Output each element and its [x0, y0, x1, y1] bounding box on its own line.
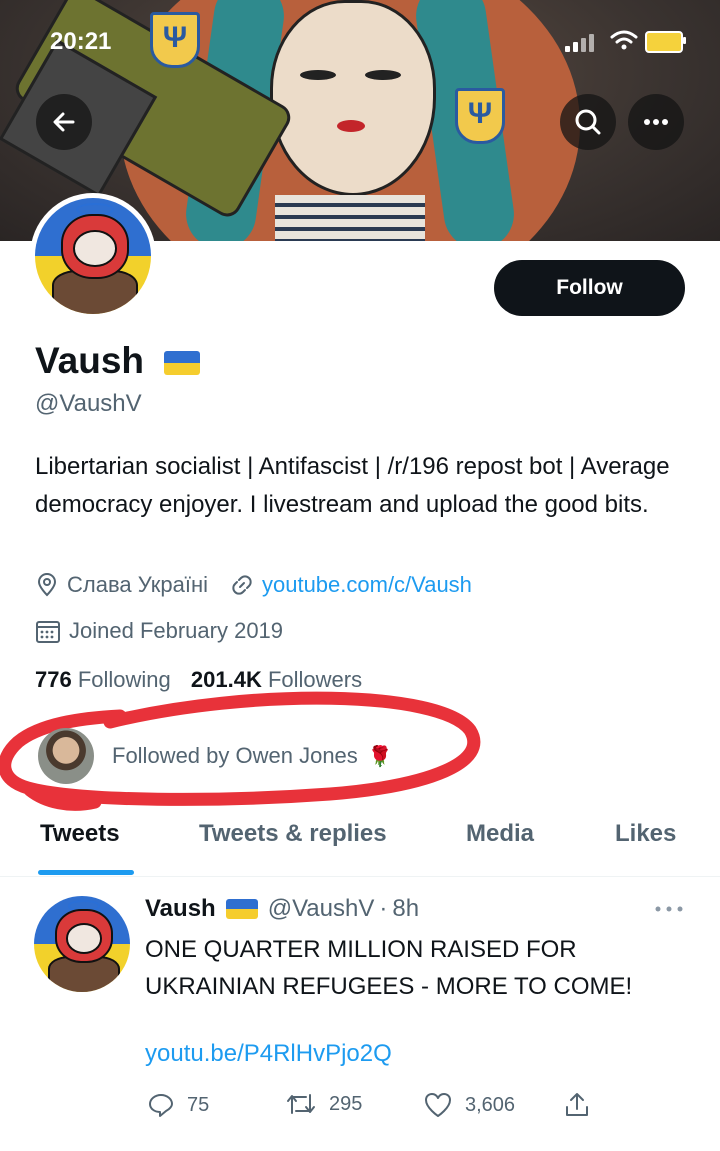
reply-icon: [149, 1094, 173, 1117]
tweet-author-handle[interactable]: @VaushV: [268, 895, 375, 923]
banner-shirt: [275, 195, 425, 241]
profile-joined-date: Joined February 2019: [69, 618, 284, 643]
like-count: 3,606: [465, 1093, 516, 1116]
trident-emblem-right: Ψ: [455, 88, 505, 144]
tabs-divider: [0, 876, 720, 877]
following-count: 776: [35, 667, 72, 692]
tweet-link[interactable]: youtu.be/P4RlHvPjo2Q: [145, 1040, 392, 1068]
search-icon: [575, 109, 601, 135]
rose-icon: 🌹: [367, 745, 393, 768]
tweet-ukraine-flag-icon: [225, 899, 258, 919]
followers-label: Followers: [267, 667, 363, 692]
tweet-time: 8h: [392, 895, 420, 922]
profile-joined-row: Joined February 2019: [35, 618, 283, 644]
ukraine-flag-icon: [164, 351, 201, 376]
retweet-count: 295: [329, 1092, 363, 1115]
link-icon: [232, 575, 252, 595]
tweet-author-avatar[interactable]: [34, 896, 130, 992]
trident-emblem-left: Ψ: [150, 12, 200, 68]
reply-count: 75: [187, 1093, 210, 1116]
battery-icon: [645, 31, 683, 53]
followers-link[interactable]: 201.4K Followers: [191, 667, 362, 692]
followers-count: 201.4K: [190, 667, 262, 692]
back-arrow-icon: [53, 112, 75, 132]
reply-action[interactable]: 75: [147, 1091, 209, 1119]
share-action[interactable]: [563, 1091, 603, 1119]
avatar-face: [73, 230, 117, 267]
tweet-header: Vaush @VaushV · 8h: [145, 895, 419, 923]
like-icon: [425, 1093, 451, 1117]
follow-button[interactable]: Follow: [494, 260, 685, 316]
followed-by-text: Followed by Owen Jones: [112, 743, 358, 768]
wifi-icon: [610, 30, 638, 50]
tab-tweets-replies[interactable]: Tweets & replies: [199, 820, 387, 848]
owen-jones-avatar: [38, 728, 94, 784]
more-button[interactable]: [628, 94, 684, 150]
active-tab-indicator: [38, 870, 134, 875]
banner-face: [270, 0, 436, 196]
banner-eye-left: [300, 70, 336, 80]
banner-lips: [337, 120, 365, 132]
profile-website-link[interactable]: youtube.com/c/Vaush: [262, 572, 472, 598]
retweet-action[interactable]: 295: [285, 1091, 362, 1117]
profile-avatar[interactable]: [30, 193, 156, 319]
calendar-icon: [36, 621, 60, 643]
following-label: Following: [77, 667, 171, 692]
tab-media[interactable]: Media: [466, 820, 534, 848]
more-icon: [644, 119, 668, 125]
signal-icon: [565, 32, 599, 52]
profile-name-text: Vaush: [35, 340, 144, 381]
like-action[interactable]: 3,606: [423, 1091, 515, 1119]
status-time: 20:21: [50, 28, 112, 55]
banner-eye-right: [365, 70, 401, 80]
profile-handle: @VaushV: [35, 390, 142, 417]
following-link[interactable]: 776 Following: [35, 667, 171, 692]
back-button[interactable]: [36, 94, 92, 150]
share-icon: [566, 1093, 588, 1116]
tweet-author-name[interactable]: Vaush: [145, 895, 216, 923]
tweet-text: ONE QUARTER MILLION RAISED FOR UKRAINIAN…: [145, 936, 633, 1000]
tab-tweets[interactable]: Tweets: [40, 820, 120, 848]
location-pin-icon: [37, 573, 57, 597]
retweet-icon: [287, 1094, 315, 1114]
profile-name: Vaush: [35, 340, 201, 382]
followed-by-row[interactable]: Followed by Owen Jones 🌹: [38, 728, 393, 784]
search-button[interactable]: [560, 94, 616, 150]
profile-bio: Libertarian socialist | Antifascist | /r…: [35, 453, 670, 518]
battery-cap: [683, 37, 686, 44]
profile-location: Слава Україні: [67, 572, 208, 597]
tab-likes[interactable]: Likes: [615, 820, 676, 848]
tweet-more-icon[interactable]: [654, 905, 684, 913]
tweet-separator: ·: [379, 895, 388, 922]
tweet-avatar-face: [65, 922, 103, 954]
profile-meta-row: Слава Україні youtube.com/c/Vaush: [35, 572, 472, 598]
